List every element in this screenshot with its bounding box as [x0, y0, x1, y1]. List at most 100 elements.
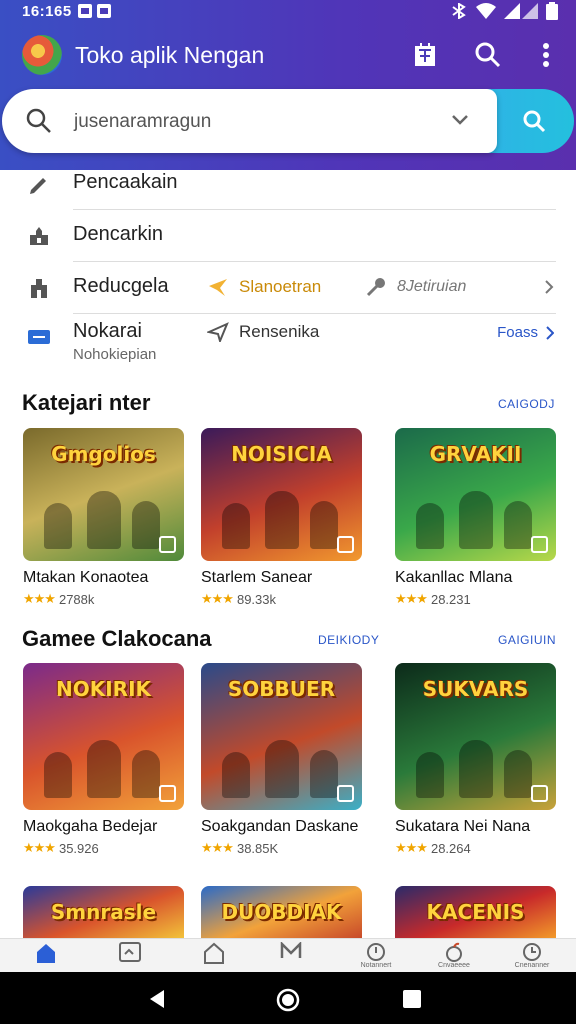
app-card[interactable]: DUOBDIAK: [201, 886, 362, 938]
search-go-icon: [523, 110, 546, 133]
app-thumbnail: SUKVARS: [395, 663, 556, 810]
rating-value: 28.231: [430, 591, 471, 607]
chevron-down-icon[interactable]: [450, 111, 470, 129]
photo-notification-icon: [97, 4, 111, 18]
nav-notifications[interactable]: Notannert: [356, 942, 396, 972]
thumbnail-title: KACENIS: [426, 900, 525, 924]
install-badge-icon: [337, 536, 354, 553]
menu-item[interactable]: Reducgela Slanoetran 8Jetiruian: [0, 262, 576, 314]
wifi-icon: [476, 3, 496, 19]
search-input[interactable]: jusenaramragun: [2, 89, 497, 153]
app-card[interactable]: NOKIRIK Maokgaha Bedejar ★★★ 35.926: [23, 663, 184, 856]
menu-item[interactable]: Dencarkin: [0, 210, 576, 262]
sparkle-chip[interactable]: Slanoetran: [207, 276, 321, 298]
chevron-right-icon[interactable]: [544, 279, 554, 295]
house-outline-icon: [204, 942, 224, 964]
section-link[interactable]: GAIGIUIN: [498, 633, 556, 647]
character-figure: [458, 491, 493, 549]
app-thumbnail: NOISICIA: [201, 428, 362, 561]
thumbnail-title: SUKVARS: [422, 677, 529, 701]
app-rating: ★★★ 28.231: [395, 591, 556, 607]
battery-icon: [546, 2, 558, 20]
stars-icon: ★★★: [395, 591, 428, 606]
app-logo[interactable]: [22, 35, 62, 75]
thumbnail-title: Smnrasle: [50, 900, 157, 924]
back-icon[interactable]: [148, 989, 166, 1009]
install-badge-icon: [159, 785, 176, 802]
nav-label: Cnenanner: [514, 962, 550, 969]
recents-icon[interactable]: [403, 990, 421, 1008]
character-figure: [309, 501, 338, 549]
app-rating: ★★★ 89.33k: [201, 591, 362, 607]
nav-house[interactable]: [194, 942, 234, 972]
app-card[interactable]: GRVAKII Kakanllac Mlana ★★★ 28.231: [395, 428, 556, 607]
character-figure: [458, 740, 493, 798]
app-name: Sukatara Nei Nana: [395, 818, 531, 835]
notification-icon: [78, 4, 92, 18]
store-icon[interactable]: [409, 39, 441, 71]
character-figure: [131, 501, 160, 549]
rating-value: 38.85K: [236, 840, 279, 856]
thumbnail-title: NOISICIA: [231, 442, 332, 466]
character-figure: [131, 750, 160, 798]
character-figure: [264, 491, 299, 549]
app-rating: ★★★ 38.85K: [201, 840, 362, 856]
search-icon[interactable]: [472, 39, 504, 71]
app-bar: Toko aplik Nengan: [0, 30, 576, 82]
upload-icon: [30, 227, 48, 245]
foass-label: Foass: [497, 324, 538, 341]
star-burst-icon: [209, 279, 227, 296]
app-rating: ★★★ 28.264: [395, 840, 556, 856]
chip-label: Slanoetran: [239, 277, 322, 296]
send-chip[interactable]: Rensenika: [207, 322, 319, 342]
app-thumbnail: NOKIRIK: [23, 663, 184, 810]
install-badge-icon: [531, 785, 548, 802]
app-thumbnail: Gmgolios: [23, 428, 184, 561]
nav-label: Notannert: [360, 962, 392, 969]
app-card[interactable]: Smnrasle: [23, 886, 184, 938]
character-figure: [415, 503, 444, 549]
character-figure: [221, 752, 250, 798]
foass-link[interactable]: Foass: [497, 324, 554, 341]
menu-item-label: Nokarai: [73, 320, 142, 342]
rating-value: 28.264: [430, 840, 471, 856]
menu-item-label: Pencaakain: [73, 171, 178, 193]
app-rating: ★★★ 2788k: [23, 591, 184, 607]
stars-icon: ★★★: [23, 840, 56, 855]
section-title: Katejari nter: [22, 390, 151, 415]
tool-chip[interactable]: 8Jetiruian: [365, 276, 466, 298]
mail-icon: [280, 942, 302, 958]
menu-item[interactable]: Pencaakain: [0, 158, 576, 210]
nav-apps[interactable]: [110, 942, 150, 972]
character-figure: [43, 503, 72, 549]
app-card[interactable]: NOISICIA Starlem Sanear ★★★ 89.33k: [201, 428, 362, 607]
menu-item-label: Dencarkin: [73, 223, 164, 245]
more-options-icon[interactable]: [530, 39, 562, 71]
section-link[interactable]: DEIKIODY: [318, 633, 379, 647]
nav-home[interactable]: [26, 942, 66, 972]
character-figure: [43, 752, 72, 798]
character-figure: [86, 740, 121, 798]
menu-item[interactable]: Nokarai Nohokiepian Rensenika Foass: [0, 314, 576, 376]
section-link[interactable]: CAIGODJ: [498, 397, 555, 411]
app-card[interactable]: SOBBUER Soakgandan Daskane ★★★ 38.85K: [201, 663, 362, 856]
app-thumbnail: GRVAKII: [395, 428, 556, 561]
bottom-navigation: Notannert Cnvaeeee Cnenanner: [0, 938, 576, 973]
section-title: Gamee Clakocana: [22, 626, 212, 651]
home-button-icon[interactable]: [276, 988, 300, 1012]
stars-icon: ★★★: [201, 840, 234, 855]
nav-history[interactable]: Cnenanner: [512, 942, 552, 972]
app-card[interactable]: Gmgolios Mtakan Konaotea ★★★ 2788k: [23, 428, 184, 607]
clock-icon: [523, 943, 541, 961]
nav-mail[interactable]: [271, 942, 311, 972]
app-name: Soakgandan Daskane: [201, 818, 359, 835]
app-card[interactable]: KACENIS: [395, 886, 556, 938]
menu-item-sublabel: Nohokiepian: [73, 346, 157, 363]
thumbnail-title: Gmgolios: [51, 442, 156, 466]
app-card[interactable]: SUKVARS Sukatara Nei Nana ★★★ 28.264: [395, 663, 556, 856]
menu-list: Pencaakain Dencarkin Reducgela Slanoetra…: [0, 158, 576, 376]
nav-activity[interactable]: Cnvaeeee: [434, 942, 474, 972]
search-bar: jusenaramragun: [2, 89, 574, 153]
chip-label: 8Jetiruian: [397, 278, 467, 295]
stars-icon: ★★★: [395, 840, 428, 855]
